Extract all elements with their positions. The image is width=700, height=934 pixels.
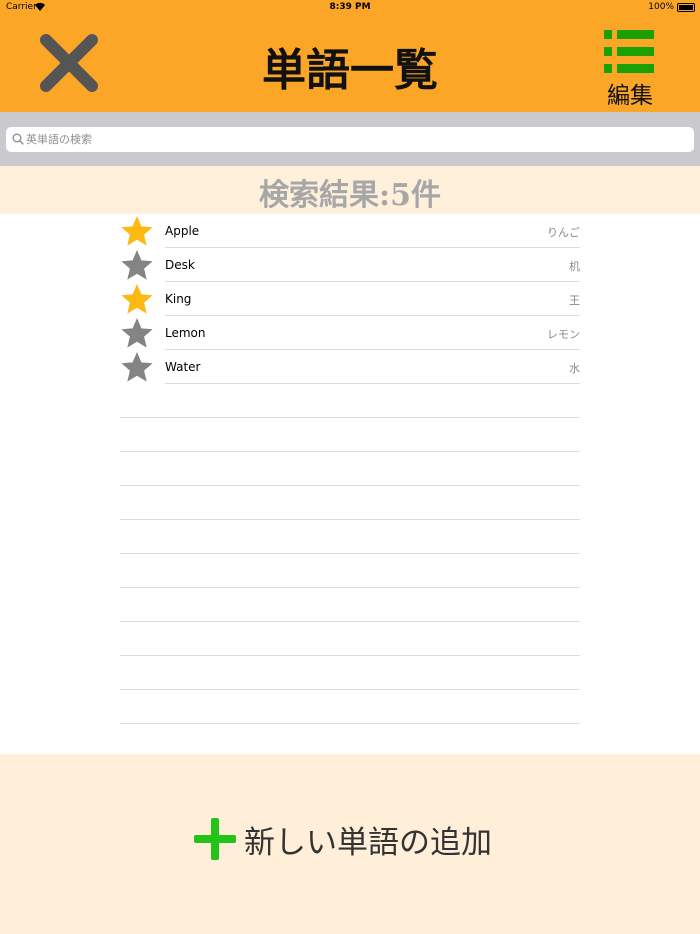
word-row[interactable]: Lemon レモン	[120, 316, 580, 350]
word-list: Apple りんご Desk 机 King 王 Lemon レモン Water …	[120, 214, 580, 724]
favorite-star-icon[interactable]	[120, 249, 154, 281]
battery-percentage: 100%	[648, 2, 674, 12]
empty-row	[120, 520, 580, 554]
empty-row	[120, 588, 580, 622]
favorite-star-icon[interactable]	[120, 215, 154, 247]
search-input[interactable]	[26, 127, 676, 152]
search-icon	[12, 133, 24, 145]
word-japanese: 王	[569, 294, 580, 307]
word-japanese: 机	[569, 260, 580, 273]
add-word-label: 新しい単語の追加	[244, 824, 492, 861]
page-title: 単語一覧	[262, 45, 438, 96]
edit-label: 編集	[607, 83, 653, 109]
search-bar	[0, 112, 700, 166]
word-english: Apple	[165, 224, 200, 238]
word-english: Desk	[165, 258, 195, 272]
battery-icon	[677, 3, 695, 12]
navigation-bar: 単語一覧 編集	[0, 14, 700, 112]
favorite-star-icon[interactable]	[120, 317, 154, 349]
empty-row	[120, 690, 580, 724]
status-bar: Carrier 8:39 PM 100%	[0, 0, 700, 14]
status-time: 8:39 PM	[329, 2, 371, 12]
row-divider	[165, 383, 580, 384]
favorite-star-icon[interactable]	[120, 351, 154, 383]
word-english: Water	[165, 360, 201, 374]
search-field[interactable]	[6, 127, 694, 152]
list-icon	[604, 30, 654, 73]
word-english: King	[165, 292, 192, 306]
result-count-label: 検索結果:5件	[259, 178, 441, 213]
word-row[interactable]: Water 水	[120, 350, 580, 384]
word-row[interactable]: Apple りんご	[120, 214, 580, 248]
empty-row	[120, 384, 580, 418]
empty-row	[120, 656, 580, 690]
word-english: Lemon	[165, 326, 206, 340]
footer: 新しい単語の追加	[0, 754, 700, 934]
word-japanese: りんご	[547, 226, 580, 239]
empty-row	[120, 554, 580, 588]
word-row[interactable]: Desk 机	[120, 248, 580, 282]
word-japanese: 水	[569, 362, 580, 375]
result-count-header: 検索結果:5件	[0, 166, 700, 214]
empty-row	[120, 418, 580, 452]
word-row[interactable]: King 王	[120, 282, 580, 316]
favorite-star-icon[interactable]	[120, 283, 154, 315]
plus-icon	[194, 818, 236, 860]
edit-button[interactable]: 編集	[600, 28, 660, 109]
add-word-button[interactable]: 新しい単語の追加	[192, 816, 492, 862]
empty-row	[120, 452, 580, 486]
word-japanese: レモン	[547, 328, 580, 341]
empty-row	[120, 486, 580, 520]
empty-row	[120, 622, 580, 656]
